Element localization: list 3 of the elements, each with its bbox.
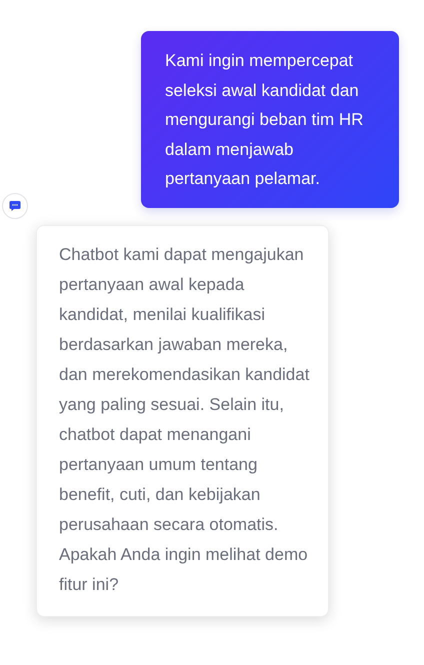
chat-bubble-icon — [2, 192, 28, 218]
user-message: Kami ingin mempercepat seleksi awal kandidat dan mengurangi beban tim HR dalam menjawab pertanyaan pelamar. — [141, 31, 399, 208]
bot-message: Chatbot kami dapat mengajukan pertanyaan awal kepada kandidat, menilai kualifikasi berdasarkan jawaban mereka, dan merekomendasikan kandidat yang paling sesuai. Selain itu, chatbot dapat menangani pertanyaan umum tentang benefit, cuti, dan kebijakan perusahaan secara otomatis. Apakah Anda ingin melihat demo fitur ini? — [36, 224, 329, 616]
